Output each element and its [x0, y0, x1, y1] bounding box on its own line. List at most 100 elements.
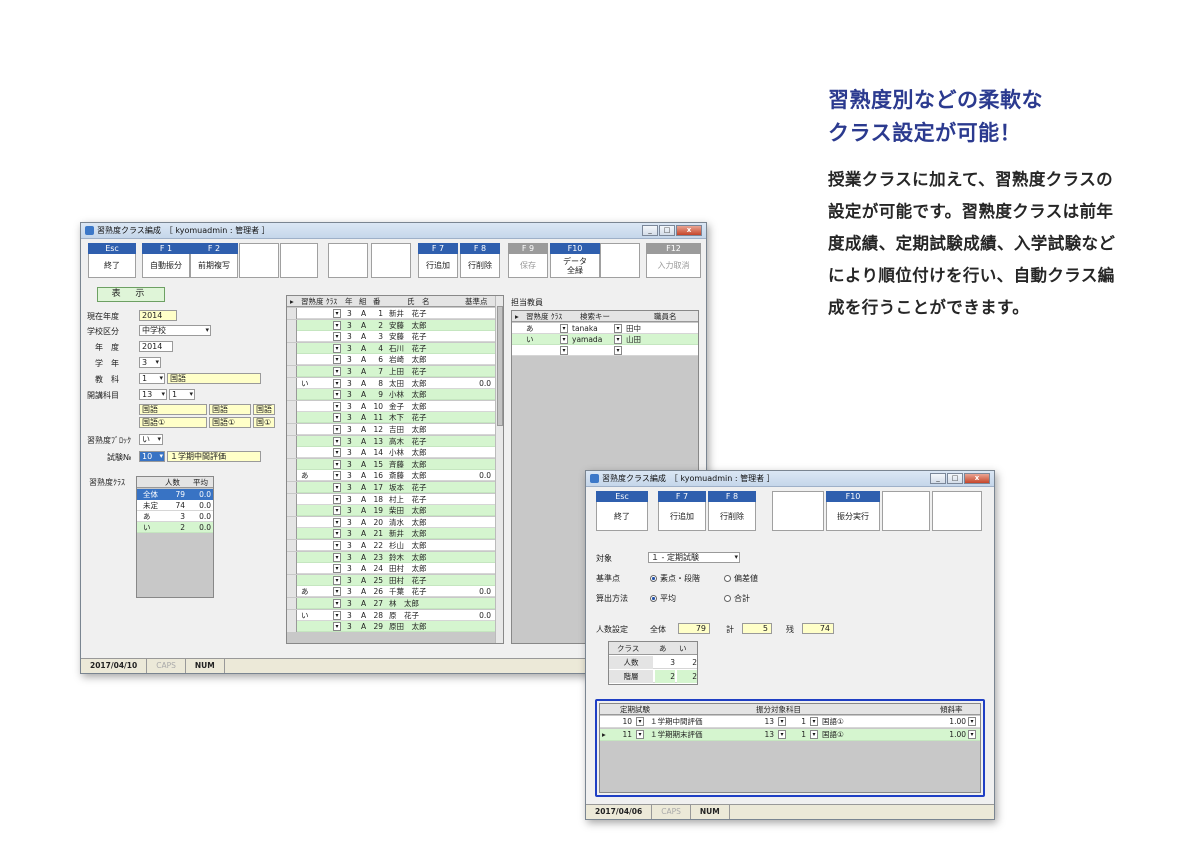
exam-dropdown-icon[interactable]: ▾ [636, 717, 644, 726]
exam-dropdown-icon[interactable]: ▾ [636, 730, 644, 739]
class-dropdown-icon[interactable]: ▾ [333, 355, 341, 365]
year-field[interactable]: 2014 [139, 341, 173, 352]
class-dropdown-icon[interactable]: ▾ [333, 343, 341, 353]
class-dropdown-icon[interactable]: ▾ [333, 436, 341, 446]
minimize-icon[interactable]: _ [642, 225, 658, 236]
student-row[interactable]: い ▾ 3 A 8 太田 太郎 0.0 [287, 377, 503, 389]
student-row[interactable]: ▾ 3 A 13 高木 花子 [287, 435, 503, 447]
class-dropdown-icon[interactable]: ▾ [333, 309, 341, 318]
student-row[interactable]: ▾ 3 A 25 田村 花子 [287, 574, 503, 586]
show-button[interactable]: 表 示 [97, 287, 165, 302]
grade-select[interactable]: 3 [139, 357, 161, 368]
class-dropdown-icon[interactable]: ▾ [333, 564, 341, 574]
student-row[interactable]: ▾ 3 A 22 杉山 太郎 [287, 540, 503, 551]
sub-dropdown-icon[interactable]: ▾ [810, 717, 818, 726]
student-row[interactable]: ▾ 3 A 7 上田 花子 [287, 366, 503, 377]
student-row[interactable]: ▾ 3 A 6 岩崎 太郎 [287, 354, 503, 366]
class-dropdown-icon[interactable]: ▾ [333, 541, 341, 550]
class-dropdown-icon[interactable]: ▾ [333, 587, 341, 597]
key-dropdown-icon[interactable]: ▾ [614, 346, 622, 355]
fkey-5[interactable]: F 9 保存 [508, 243, 548, 278]
student-row[interactable]: ▾ 3 A 2 安藤 太郎 [287, 319, 503, 331]
class-dropdown-icon[interactable]: ▾ [333, 517, 341, 527]
class-dropdown-icon[interactable]: ▾ [333, 529, 341, 539]
class-table-row[interactable]: 階層 2 2 [609, 670, 697, 683]
student-row[interactable]: ▾ 3 A 11 木下 花子 [287, 412, 503, 424]
school-type-select[interactable]: 中学校 [139, 325, 211, 336]
student-row[interactable]: ▾ 3 A 24 田村 太郎 [287, 563, 503, 575]
class-dropdown-icon[interactable]: ▾ [333, 448, 341, 458]
block-select[interactable]: い [139, 434, 163, 445]
fkey-0[interactable]: Esc 終了 [596, 491, 648, 531]
class-dropdown-icon[interactable]: ▾ [560, 335, 568, 344]
fkey-3[interactable]: F10 振分実行 [826, 491, 880, 531]
class-dropdown-icon[interactable]: ▾ [333, 390, 341, 400]
class-dropdown-icon[interactable]: ▾ [333, 483, 341, 492]
student-row[interactable]: ▾ 3 A 12 吉田 太郎 [287, 424, 503, 435]
class-dropdown-icon[interactable]: ▾ [333, 506, 341, 516]
summary-row[interactable]: い 2 0.0 [137, 522, 213, 533]
close-icon[interactable]: x [964, 473, 990, 484]
student-row[interactable]: ▾ 3 A 4 石川 花子 [287, 342, 503, 354]
fkey-0[interactable]: Esc 終了 [88, 243, 136, 278]
summary-row[interactable]: あ 3 0.0 [137, 511, 213, 522]
students-scrollbar[interactable] [495, 296, 503, 643]
exam-row[interactable]: ▸ 11 ▾ １学期期末評価 13 ▾ 1 ▾ 国語① 1.00 ▾ [600, 729, 980, 741]
class-dropdown-icon[interactable]: ▾ [333, 320, 341, 330]
sub-dropdown-icon[interactable]: ▾ [810, 730, 818, 739]
minimize-icon[interactable]: _ [930, 473, 946, 484]
class-dropdown-icon[interactable]: ▾ [333, 494, 341, 504]
student-row[interactable]: い ▾ 3 A 28 原 花子 0.0 [287, 609, 503, 621]
fkey-7[interactable]: F12 入力取消 [646, 243, 701, 278]
class-dropdown-icon[interactable]: ▾ [560, 324, 568, 333]
student-row[interactable]: ▾ 3 A 17 坂本 花子 [287, 482, 503, 493]
course-code-select[interactable]: 13 [139, 389, 167, 400]
student-row[interactable]: ▾ 3 A 9 小林 太郎 [287, 389, 503, 401]
student-row[interactable]: ▾ 3 A 18 村上 花子 [287, 493, 503, 505]
class-dropdown-icon[interactable]: ▾ [333, 471, 341, 481]
student-row[interactable]: ▾ 3 A 14 小林 太郎 [287, 447, 503, 459]
class-dropdown-icon[interactable]: ▾ [333, 413, 341, 423]
class-dropdown-icon[interactable]: ▾ [333, 401, 341, 411]
course-sub-select[interactable]: 1 [169, 389, 195, 400]
key-dropdown-icon[interactable]: ▾ [614, 335, 622, 344]
rate-dropdown-icon[interactable]: ▾ [968, 717, 976, 726]
course-dropdown-icon[interactable]: ▾ [778, 717, 786, 726]
class-dropdown-icon[interactable]: ▾ [333, 610, 341, 620]
fkey-1[interactable]: F 1 自動振分 [142, 243, 190, 278]
class-dropdown-icon[interactable]: ▾ [333, 332, 341, 342]
class-dropdown-icon[interactable]: ▾ [333, 378, 341, 388]
student-row[interactable]: ▾ 3 A 20 清水 太郎 [287, 516, 503, 528]
fkey-2[interactable]: F 2 前期複写 [190, 243, 238, 278]
maximize-icon[interactable]: □ [947, 473, 963, 484]
exam-row[interactable]: 10 ▾ １学期中間評価 13 ▾ 1 ▾ 国語① 1.00 ▾ [600, 716, 980, 728]
fkey-6[interactable]: F10 データ 全緑 [550, 243, 600, 278]
student-row[interactable]: ▾ 3 A 27 林 太郎 [287, 598, 503, 609]
target-select[interactable]: １ - 定期試験 [648, 552, 740, 563]
fkey-1[interactable]: F 7 行追加 [658, 491, 706, 531]
maximize-icon[interactable]: □ [659, 225, 675, 236]
class-dropdown-icon[interactable]: ▾ [333, 599, 341, 608]
fkey-2[interactable]: F 8 行削除 [708, 491, 756, 531]
class-dropdown-icon[interactable]: ▾ [333, 425, 341, 434]
fkey-3[interactable]: F 7 行追加 [418, 243, 458, 278]
class-dropdown-icon[interactable]: ▾ [333, 367, 341, 376]
close-icon[interactable]: x [676, 225, 702, 236]
class-dropdown-icon[interactable]: ▾ [560, 346, 568, 355]
basis-option-deviation[interactable]: 偏差値 [724, 573, 758, 584]
course-dropdown-icon[interactable]: ▾ [778, 730, 786, 739]
exam-no-select[interactable]: 10 [139, 451, 165, 462]
basis-option-raw[interactable]: 素点・段階 [650, 573, 700, 584]
key-dropdown-icon[interactable]: ▾ [614, 324, 622, 333]
class-dropdown-icon[interactable]: ▾ [333, 622, 341, 632]
class-dropdown-icon[interactable]: ▾ [333, 575, 341, 585]
student-row[interactable]: ▾ 3 A 21 新井 太郎 [287, 528, 503, 540]
teacher-row[interactable]: い ▾ yamada ▾ 山田 [512, 334, 698, 345]
summary-row[interactable]: 未定 74 0.0 [137, 500, 213, 511]
teacher-row[interactable]: ▾ ▾ [512, 345, 698, 356]
calc-option-avg[interactable]: 平均 [650, 593, 676, 604]
calc-option-sum[interactable]: 合計 [724, 593, 750, 604]
student-row[interactable]: あ ▾ 3 A 26 千葉 花子 0.0 [287, 586, 503, 598]
student-row[interactable]: ▾ 3 A 1 新井 花子 [287, 308, 503, 319]
teacher-row[interactable]: あ ▾ tanaka ▾ 田中 [512, 323, 698, 334]
